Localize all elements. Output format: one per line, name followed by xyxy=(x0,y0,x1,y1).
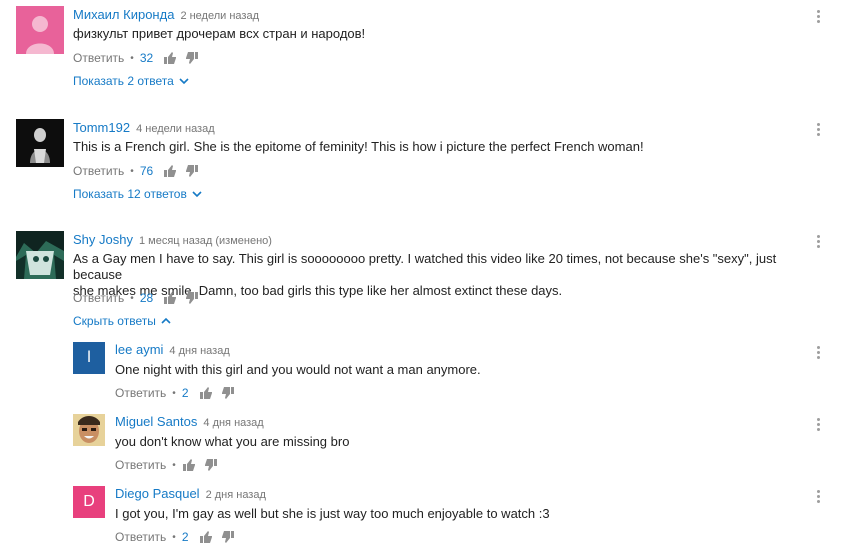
separator-dot: • xyxy=(172,387,176,399)
comment-author[interactable]: Shy Joshy xyxy=(73,232,133,247)
thumbs-down-icon[interactable] xyxy=(204,458,218,472)
show-replies-toggle[interactable]: Показать 12 ответов xyxy=(73,187,202,201)
user-silhouette-icon xyxy=(16,6,64,54)
thumbs-up-icon[interactable] xyxy=(163,51,177,65)
reply-time[interactable]: 4 дня назад xyxy=(169,345,229,357)
thumbs-up-icon[interactable] xyxy=(199,530,213,544)
chevron-down-icon xyxy=(192,191,202,198)
comment-text: This is a French girl. She is the epitom… xyxy=(73,139,644,154)
reply-item: Miguel Santos 4 дня назад you don't know … xyxy=(0,410,842,480)
reply-item: D Diego Pasquel 2 дня назад I got you, I'… xyxy=(0,482,842,555)
reply-button[interactable]: Ответить xyxy=(73,51,124,65)
separator-dot: • xyxy=(130,292,134,304)
reply-button[interactable]: Ответить xyxy=(73,291,124,305)
reply-time[interactable]: 2 дня назад xyxy=(206,489,266,501)
reply-author[interactable]: lee aymi xyxy=(115,342,163,357)
avatar[interactable] xyxy=(16,119,64,167)
show-replies-label: Показать 12 ответов xyxy=(73,187,187,201)
thumbs-up-icon[interactable] xyxy=(163,291,177,305)
reply-button[interactable]: Ответить xyxy=(115,458,166,472)
more-options-icon[interactable] xyxy=(816,490,822,504)
more-options-icon[interactable] xyxy=(816,346,822,360)
thumbs-down-icon[interactable] xyxy=(185,51,199,65)
show-replies-toggle[interactable]: Показать 2 ответа xyxy=(73,74,189,88)
reply-actions: Ответить • xyxy=(115,458,226,472)
reply-time[interactable]: 4 дня назад xyxy=(203,417,263,429)
reply-actions: Ответить • 2 xyxy=(115,386,243,400)
avatar[interactable] xyxy=(16,231,64,279)
avatar[interactable]: l xyxy=(73,342,105,374)
reply-text: One night with this girl and you would n… xyxy=(115,362,481,377)
more-options-icon[interactable] xyxy=(816,235,822,249)
avatar[interactable] xyxy=(16,6,64,54)
comment-actions: Ответить • 32 xyxy=(73,51,207,65)
chevron-down-icon xyxy=(179,78,189,85)
avatar-letter: l xyxy=(87,349,91,366)
thumbs-up-icon[interactable] xyxy=(182,458,196,472)
thumbs-down-icon[interactable] xyxy=(185,291,199,305)
like-count: 32 xyxy=(139,51,154,65)
comment-time[interactable]: 1 месяц назад (изменено) xyxy=(139,235,272,247)
comment-author[interactable]: Tomm192 xyxy=(73,120,130,135)
comment-thread: Tomm192 4 недели назад This is a French g… xyxy=(0,113,842,213)
separator-dot: • xyxy=(130,52,134,64)
comment-time[interactable]: 4 недели назад xyxy=(136,123,215,135)
reply-button[interactable]: Ответить xyxy=(115,530,166,544)
comment-author[interactable]: Михаил Киронда xyxy=(73,7,174,22)
comment-time[interactable]: 2 недели назад xyxy=(180,10,259,22)
reply-actions: Ответить • 2 xyxy=(115,530,243,544)
like-count: 28 xyxy=(139,291,154,305)
thumbs-down-icon[interactable] xyxy=(221,530,235,544)
thumbs-down-icon[interactable] xyxy=(221,386,235,400)
more-options-icon[interactable] xyxy=(816,10,822,24)
reply-text: I got you, I'm gay as well but she is ju… xyxy=(115,506,550,521)
more-options-icon[interactable] xyxy=(816,418,822,432)
reply-text: you don't know what you are missing bro xyxy=(115,434,350,449)
separator-dot: • xyxy=(172,531,176,543)
hide-replies-toggle[interactable]: Скрыть ответы xyxy=(73,314,171,328)
reply-author[interactable]: Miguel Santos xyxy=(115,414,197,429)
comment-actions: Ответить • 28 xyxy=(73,291,207,305)
comment-text: физкульт привет дрочерам всх стран и нар… xyxy=(73,26,366,41)
avatar[interactable] xyxy=(73,414,105,446)
user-photo-icon xyxy=(73,414,105,446)
user-photo-icon xyxy=(16,231,64,279)
reply-header: lee aymi 4 дня назад xyxy=(115,342,230,357)
hide-replies-label: Скрыть ответы xyxy=(73,314,156,328)
show-replies-label: Показать 2 ответа xyxy=(73,74,174,88)
reply-button[interactable]: Ответить xyxy=(115,386,166,400)
like-count: 2 xyxy=(181,386,189,400)
comment-header: Tomm192 4 недели назад xyxy=(73,120,215,135)
reply-item: l lee aymi 4 дня назад One night with thi… xyxy=(0,338,842,408)
reply-header: Diego Pasquel 2 дня назад xyxy=(115,486,266,501)
like-count: 2 xyxy=(181,530,189,544)
thumbs-up-icon[interactable] xyxy=(163,164,177,178)
reply-author[interactable]: Diego Pasquel xyxy=(115,486,200,501)
comment-header: Михаил Киронда 2 недели назад xyxy=(73,7,259,22)
chevron-up-icon xyxy=(161,317,171,324)
avatar-letter: D xyxy=(83,493,95,510)
thumbs-down-icon[interactable] xyxy=(185,164,199,178)
like-count: 76 xyxy=(139,164,154,178)
separator-dot: • xyxy=(172,459,176,471)
comment-text-line: As a Gay men I have to say. This girl is… xyxy=(73,251,777,282)
comment-actions: Ответить • 76 xyxy=(73,164,207,178)
reply-header: Miguel Santos 4 дня назад xyxy=(115,414,264,429)
comment-header: Shy Joshy 1 месяц назад (изменено) xyxy=(73,232,272,247)
separator-dot: • xyxy=(130,165,134,177)
comment-thread: Shy Joshy 1 месяц назад (изменено) As a G… xyxy=(0,225,842,335)
comment-thread: Михаил Киронда 2 недели назад физкульт пр… xyxy=(0,0,842,100)
user-photo-icon xyxy=(16,119,64,167)
reply-button[interactable]: Ответить xyxy=(73,164,124,178)
more-options-icon[interactable] xyxy=(816,123,822,137)
avatar[interactable]: D xyxy=(73,486,105,518)
thumbs-up-icon[interactable] xyxy=(199,386,213,400)
